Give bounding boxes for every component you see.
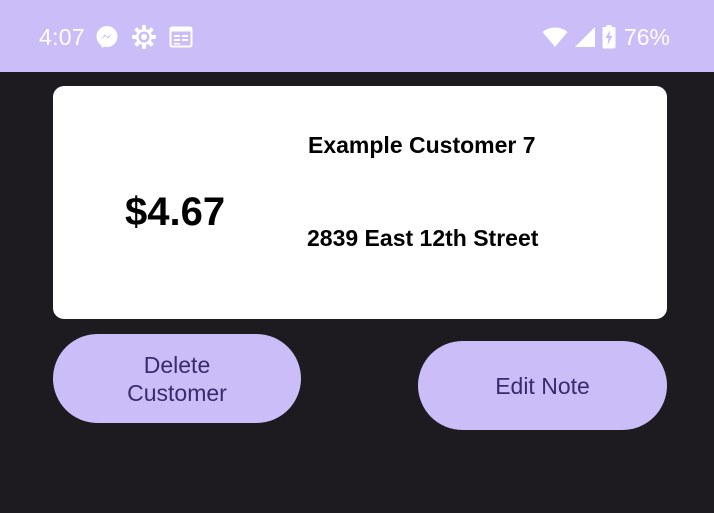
wifi-icon <box>542 26 568 48</box>
battery-percent: 76% <box>623 23 670 50</box>
delete-label-line-1: Delete <box>143 351 211 378</box>
calendar-icon <box>169 26 193 48</box>
customer-address: 2839 East 12th Street <box>307 225 539 251</box>
delete-label-line-2: Customer <box>127 379 227 406</box>
amount-value: $4.67 <box>125 190 226 234</box>
delete-customer-label: Delete Customer <box>127 351 227 407</box>
customer-name: Example Customer 7 <box>308 132 536 158</box>
battery-charging-icon <box>602 25 616 49</box>
gear-icon <box>131 24 157 50</box>
customer-card: $4.67 Example Customer 7 2839 East 12th … <box>53 86 667 319</box>
status-bar: 4:07 76% <box>0 0 714 72</box>
messenger-icon <box>95 25 119 49</box>
status-left: 4:07 <box>39 21 205 53</box>
edit-note-button[interactable]: Edit Note <box>418 341 667 430</box>
status-right: 76% <box>542 21 670 53</box>
signal-icon <box>574 26 596 48</box>
status-time: 4:07 <box>39 23 85 50</box>
edit-note-label: Edit Note <box>495 372 590 399</box>
delete-customer-button[interactable]: Delete Customer <box>53 334 301 423</box>
